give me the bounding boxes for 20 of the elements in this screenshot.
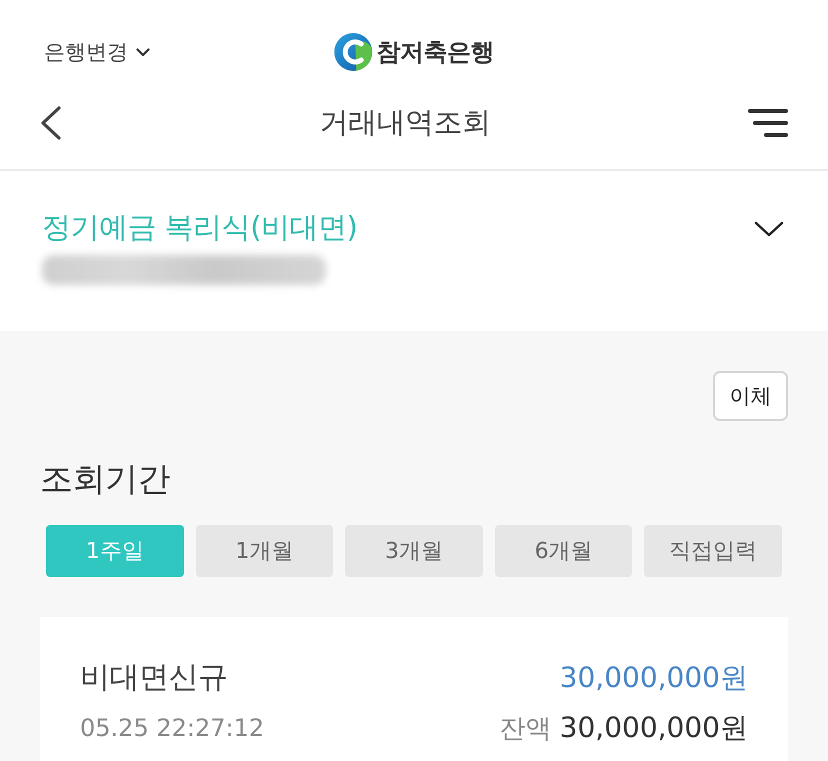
- period-tab[interactable]: 직접입력: [644, 525, 782, 577]
- menu-icon[interactable]: [748, 108, 788, 138]
- period-tab[interactable]: 6개월: [494, 525, 632, 577]
- page-title: 거래내역조회: [320, 104, 490, 141]
- logo-text: 참저축은행: [376, 37, 494, 68]
- period-tab[interactable]: 1개월: [196, 525, 334, 577]
- transaction-amount: 30,000,000원: [560, 660, 748, 696]
- logo-icon: [334, 33, 372, 71]
- balance-label: 잔액: [500, 713, 552, 746]
- period-tab[interactable]: 3개월: [345, 525, 483, 577]
- balance-amount: 30,000,000원: [560, 710, 748, 746]
- caret-icon: [136, 48, 150, 56]
- bank-switch-button[interactable]: 은행변경: [40, 38, 150, 66]
- transaction-datetime: 05.25 22:27:12: [80, 713, 264, 744]
- transaction-description: 비대면신규: [80, 659, 228, 697]
- account-name: 정기예금 복리식(비대면): [42, 209, 358, 246]
- period-heading: 조회기간: [40, 458, 170, 500]
- back-icon[interactable]: [40, 106, 62, 140]
- chevron-down-icon[interactable]: [754, 221, 784, 237]
- transfer-button[interactable]: 이체: [713, 371, 788, 421]
